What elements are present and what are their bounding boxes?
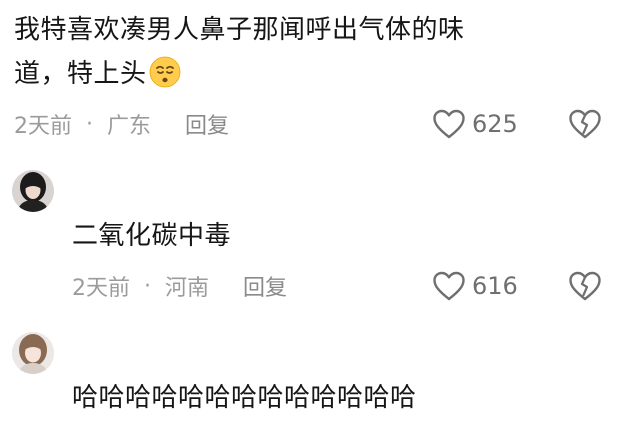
comment-1-text: 我特喜欢凑男人鼻子那闻呼出气体的味 道，特上头 — [14, 8, 634, 102]
heart-icon — [433, 109, 465, 139]
comment-1-time: 2天前 — [14, 114, 72, 139]
comment-2-time: 2天前 — [72, 276, 130, 301]
comment-2-location: 河南 — [165, 276, 210, 301]
comment-2-avatar[interactable] — [12, 170, 54, 212]
comment-1-reply-button[interactable]: 回复 — [185, 108, 229, 140]
comment-1-location: 广东 — [107, 114, 152, 139]
comment-1-meta: 2天前 · 广东 回复 — [14, 106, 229, 142]
comment-1-line-2: 道，特上头 — [14, 52, 634, 102]
sleepy-face-emoji-icon — [149, 56, 181, 102]
comment-1-like-button[interactable]: 625 — [432, 106, 518, 142]
comment-2-dislike-button[interactable] — [568, 270, 602, 306]
comment-2-reply-button[interactable]: 回复 — [243, 270, 287, 302]
comment-3-text: 哈哈哈哈哈哈哈哈哈哈哈哈哈 — [72, 383, 417, 413]
comment-2-text: 二氧化碳中毒 — [72, 221, 232, 251]
comment-2-like-button[interactable]: 616 — [432, 268, 518, 304]
heart-icon — [433, 271, 465, 301]
comment-1-like-count: 625 — [472, 110, 518, 138]
broken-heart-icon — [569, 109, 601, 139]
comment-2-like-count: 616 — [472, 272, 518, 300]
meta-separator: · — [86, 111, 93, 137]
meta-separator: · — [144, 273, 151, 299]
comment-1-dislike-button[interactable] — [568, 108, 602, 144]
comment-1-line-1: 我特喜欢凑男人鼻子那闻呼出气体的味 — [14, 15, 465, 45]
comment-3-avatar[interactable] — [12, 332, 54, 374]
broken-heart-icon — [569, 271, 601, 301]
comment-2-meta: 2天前 · 河南 回复 — [72, 268, 287, 304]
